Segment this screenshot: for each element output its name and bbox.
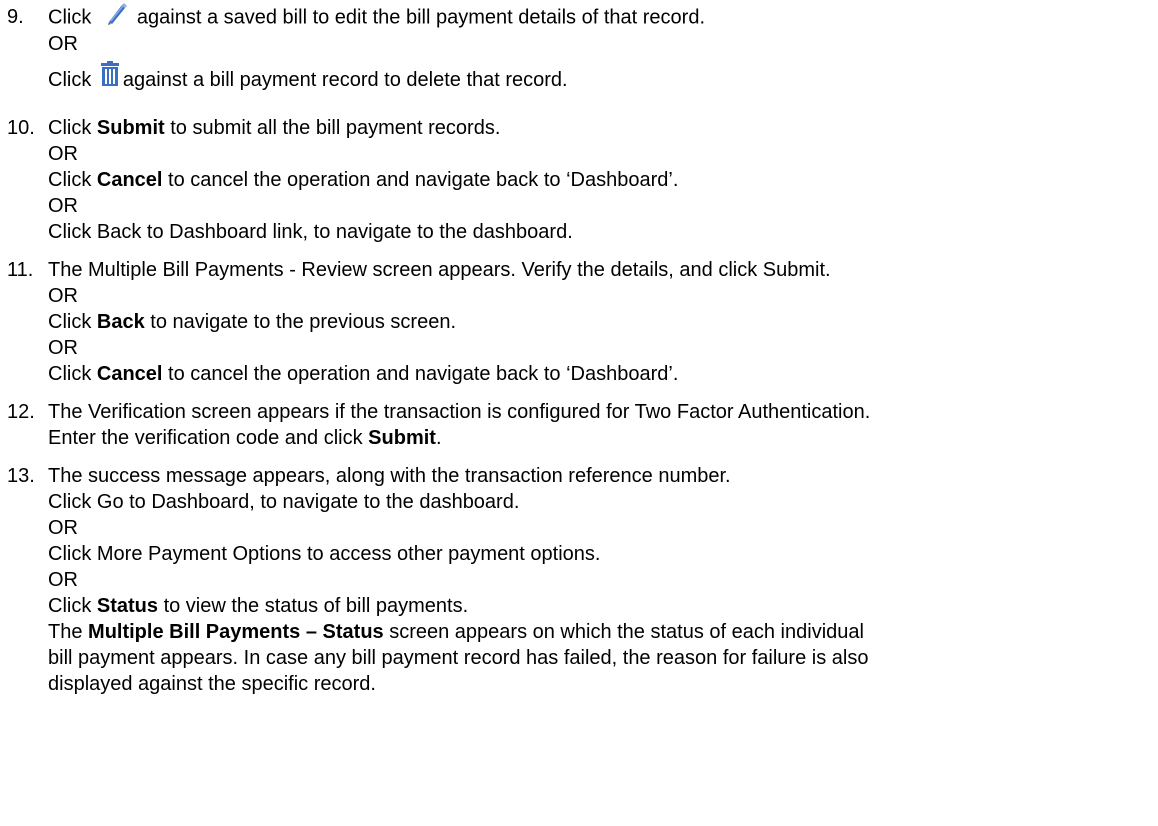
- step-11-back-bold: Back: [96, 311, 145, 333]
- step-9-or: OR: [48, 33, 78, 55]
- step-10-submit-bold: Submit: [96, 117, 165, 139]
- step-9-click-word: Click: [48, 6, 92, 29]
- step-11-or-2: OR: [48, 337, 78, 359]
- step-11-line-2-pre: Click: [48, 311, 97, 333]
- step-10-line-2-pre: Click: [48, 169, 97, 191]
- step-12-line-2-pre: Enter the verification code and click: [48, 427, 369, 449]
- step-9-click-word-2: Click: [48, 69, 92, 91]
- step-13-line-4-post: to view the status of bill payments.: [158, 595, 469, 617]
- step-12-line-2: Enter the verification code and click Su…: [48, 424, 442, 452]
- step-11-cancel-bold: Cancel: [96, 363, 163, 385]
- step-9-number: 9.: [7, 6, 24, 29]
- step-13-line-5-pre: The: [48, 621, 89, 643]
- step-12-line-2-post: .: [435, 427, 442, 449]
- step-11-line-1-text: The Multiple Bill Payments - Review scre…: [48, 259, 831, 281]
- step-10-line-2-post: to cancel the operation and navigate bac…: [162, 169, 679, 191]
- step-13-line-6: bill payment appears. In case any bill p…: [48, 647, 869, 669]
- step-11-line-2: Click Back to navigate to the previous s…: [48, 308, 456, 336]
- step-10-or-2: OR: [48, 195, 78, 217]
- trash-icon: [99, 60, 121, 95]
- step-9-delete-text: against a bill payment record to delete …: [122, 69, 568, 91]
- step-13-line-1: 13. The success message appears, along wi…: [0, 462, 731, 490]
- step-13-line-4-pre: Click: [48, 595, 97, 617]
- step-11-line-3-post: to cancel the operation and navigate bac…: [162, 363, 679, 385]
- step-13-line-4: Click Status to view the status of bill …: [48, 592, 468, 620]
- step-13-number: 13.: [7, 465, 35, 487]
- step-10-number: 10.: [7, 117, 35, 139]
- step-13-line-2: Click Go to Dashboard, to navigate to th…: [48, 491, 520, 513]
- step-10-or-1: OR: [48, 143, 78, 165]
- step-12-number: 12.: [7, 401, 35, 423]
- step-13-line-1-text: The success message appears, along with …: [48, 465, 731, 487]
- step-13-line-3: Click More Payment Options to access oth…: [48, 543, 601, 565]
- step-11-line-1: 11. The Multiple Bill Payments - Review s…: [0, 256, 831, 284]
- step-11-number: 11.: [7, 259, 34, 281]
- step-13-line-7: displayed against the specific record.: [48, 673, 376, 695]
- step-10-cancel-bold: Cancel: [96, 169, 163, 191]
- pencil-icon: [105, 2, 127, 34]
- step-13-line-5-post: screen appears on which the status of ea…: [383, 621, 864, 643]
- step-13-or-2: OR: [48, 569, 78, 591]
- step-12-line-1: 12. The Verification screen appears if th…: [0, 398, 870, 426]
- step-9-delete-line: Click against a bill payment record to d…: [48, 60, 568, 95]
- step-13-or-1: OR: [48, 517, 78, 539]
- step-10-line-1-post: to submit all the bill payment records.: [164, 117, 501, 139]
- step-13-status-screen-bold: Multiple Bill Payments – Status: [88, 621, 384, 643]
- step-12-line-1-text: The Verification screen appears if the t…: [48, 401, 871, 423]
- step-10-line-2: Click Cancel to cancel the operation and…: [48, 166, 678, 194]
- step-10-line-3: Click Back to Dashboard link, to navigat…: [48, 221, 573, 243]
- step-9-edit-line: 9. Click against a saved bill to edit the…: [0, 2, 705, 34]
- step-10-line-1-pre: Click: [48, 117, 97, 139]
- step-11-line-3: Click Cancel to cancel the operation and…: [48, 360, 678, 388]
- step-9-edit-text: against a saved bill to edit the bill pa…: [136, 6, 706, 29]
- step-10-line-1: 10. Click Submit to submit all the bill p…: [0, 114, 500, 142]
- step-11-line-3-pre: Click: [48, 363, 97, 385]
- step-11-or-1: OR: [48, 285, 78, 307]
- step-13-status-bold: Status: [96, 595, 159, 617]
- step-13-line-5: The Multiple Bill Payments – Status scre…: [48, 618, 864, 646]
- step-12-submit-bold: Submit: [368, 427, 436, 449]
- step-11-line-2-post: to navigate to the previous screen.: [144, 311, 457, 333]
